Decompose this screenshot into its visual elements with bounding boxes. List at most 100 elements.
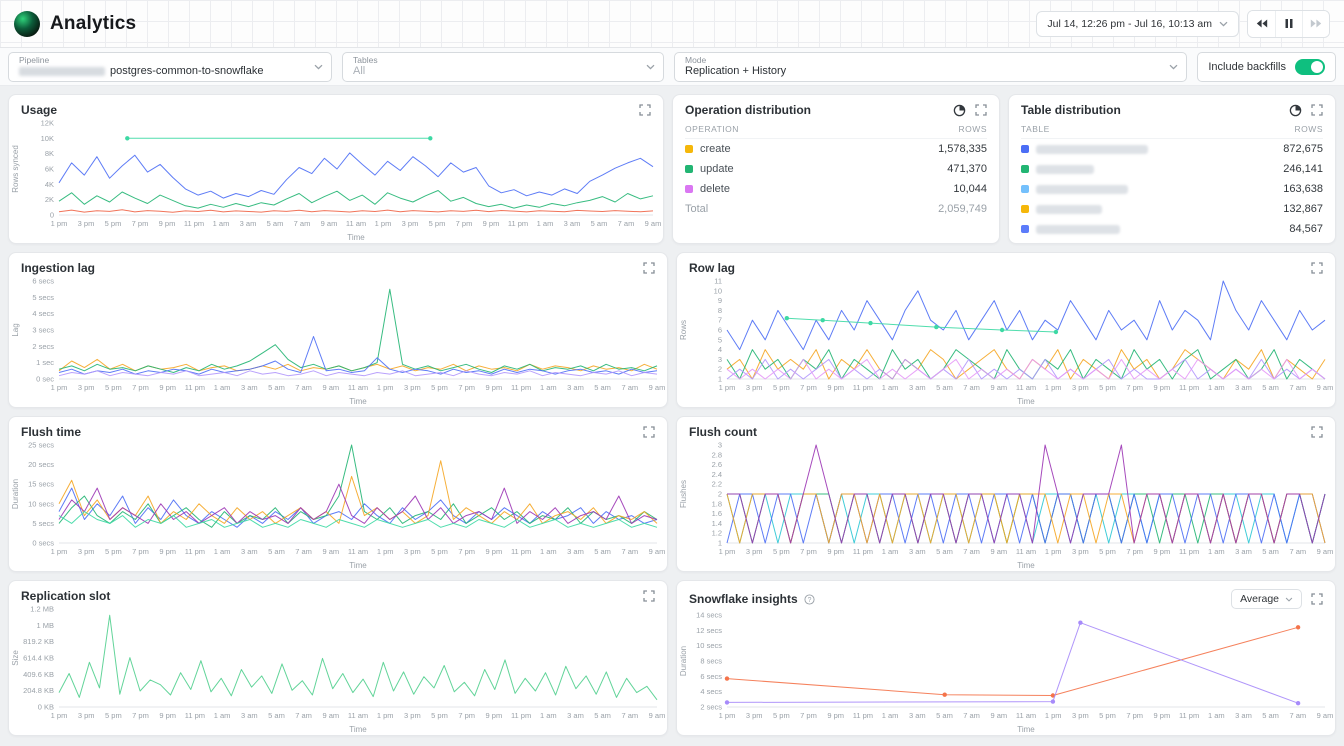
svg-text:7 am: 7 am [294,219,311,228]
expand-icon[interactable] [1311,262,1323,274]
svg-text:5 am: 5 am [268,547,285,556]
flush-count-card: Flush count 11.21.41.61.822.22.42.62.83F… [676,416,1336,572]
card-title: Operation distribution [685,103,811,117]
table-row: 163,638 [1021,179,1323,199]
svg-text:7 am: 7 am [1289,711,1306,720]
expand-icon[interactable] [975,104,987,116]
expand-icon[interactable] [1311,426,1323,438]
svg-text:3 pm: 3 pm [1072,711,1089,720]
rewind-button[interactable] [1248,11,1275,37]
svg-text:1 am: 1 am [214,547,231,556]
svg-text:7 pm: 7 pm [1126,383,1143,392]
ingestion-lag-chart: 0 sec1 sec2 secs3 secs4 secs5 secs6 secs… [9,275,667,407]
svg-text:5 secs: 5 secs [32,519,54,528]
svg-text:11 pm: 11 pm [511,383,531,392]
svg-text:1 am: 1 am [540,711,557,720]
svg-text:7 am: 7 am [621,383,638,392]
tables-value: All [353,65,637,78]
svg-text:1 am: 1 am [1208,711,1225,720]
expand-icon[interactable] [639,104,651,116]
svg-text:25 secs: 25 secs [28,441,54,450]
card-title: Flush count [689,425,757,439]
usage-card: Usage 02K4K6K8K10K12KRows synced1 pm3 pm… [8,94,664,244]
svg-text:9 pm: 9 pm [827,711,844,720]
svg-text:7 am: 7 am [621,547,638,556]
fast-forward-button[interactable] [1302,11,1329,37]
aggregation-select[interactable]: Average [1231,589,1302,609]
tables-select[interactable]: Tables All [342,52,664,82]
svg-text:1 am: 1 am [537,219,554,228]
svg-text:1.2: 1.2 [712,529,722,538]
include-backfills-control: Include backfills [1197,52,1336,82]
include-backfills-toggle[interactable] [1295,59,1325,75]
svg-text:9 am: 9 am [649,383,666,392]
svg-text:7 am: 7 am [963,711,980,720]
pie-chart-icon[interactable] [953,104,966,117]
svg-text:9 am: 9 am [645,219,662,228]
svg-text:11 am: 11 am [1016,547,1036,556]
svg-text:8K: 8K [45,149,54,158]
svg-text:7 pm: 7 pm [800,547,817,556]
pipeline-select[interactable]: Pipeline postgres-common-to-snowflake [8,52,332,82]
svg-text:3 pm: 3 pm [402,219,419,228]
svg-text:9: 9 [718,296,722,305]
svg-text:5 pm: 5 pm [1099,547,1116,556]
svg-text:10 secs: 10 secs [696,641,722,650]
svg-text:1 am: 1 am [214,383,231,392]
chevron-down-icon [1219,21,1228,27]
table-row: 132,867 [1021,199,1323,219]
table-distribution-card: Table distribution TABLE ROWS 872,675246… [1008,94,1336,244]
svg-text:1 am: 1 am [1208,383,1225,392]
card-title: Ingestion lag [21,261,95,275]
usage-chart: 02K4K6K8K10K12KRows synced1 pm3 pm5 pm7 … [9,117,663,243]
app-logo [14,11,40,37]
svg-text:7 am: 7 am [295,383,312,392]
svg-text:9 am: 9 am [649,711,666,720]
svg-text:9 am: 9 am [321,219,338,228]
svg-text:5 pm: 5 pm [105,219,122,228]
svg-text:5 am: 5 am [1262,711,1279,720]
flush-time-chart: 0 secs5 secs10 secs15 secs20 secs25 secs… [9,439,667,571]
expand-icon[interactable] [1311,104,1323,116]
svg-text:204.8 KB: 204.8 KB [23,686,54,695]
date-range-picker[interactable]: Jul 14, 12:26 pm - Jul 16, 10:13 am [1036,11,1239,37]
svg-text:Time: Time [347,233,365,242]
svg-text:1 MB: 1 MB [36,621,54,630]
svg-text:3 am: 3 am [1235,711,1252,720]
legend-swatch [685,165,693,173]
svg-text:5 am: 5 am [594,547,611,556]
expand-icon[interactable] [1311,593,1323,605]
filter-bar: Pipeline postgres-common-to-snowflake Ta… [0,48,1344,86]
svg-text:1 sec: 1 sec [36,358,54,367]
svg-text:5 am: 5 am [1262,547,1279,556]
redacted-pipeline-prefix [19,67,105,76]
expand-icon[interactable] [643,590,655,602]
redacted-table-name [1036,225,1120,234]
mode-select[interactable]: Mode Replication + History [674,52,1187,82]
mode-value: Replication + History [685,65,1160,78]
svg-text:11 am: 11 am [348,547,368,556]
chevron-down-icon [314,64,323,70]
svg-text:9 am: 9 am [649,547,666,556]
svg-text:5 pm: 5 pm [429,219,446,228]
svg-text:7 pm: 7 pm [132,383,149,392]
expand-icon[interactable] [643,262,655,274]
info-icon[interactable]: ? [804,594,815,605]
pie-chart-icon[interactable] [1289,104,1302,117]
svg-text:3 pm: 3 pm [404,383,421,392]
pipeline-label: Pipeline [19,55,305,65]
svg-text:11 pm: 11 pm [511,711,531,720]
svg-text:1 pm: 1 pm [1045,711,1062,720]
svg-text:3 am: 3 am [567,711,584,720]
expand-icon[interactable] [643,426,655,438]
svg-text:5 am: 5 am [936,383,953,392]
svg-text:9 pm: 9 pm [159,711,176,720]
operation-distribution-card: Operation distribution OPERATION ROWS cr… [672,94,1000,244]
svg-text:11 am: 11 am [1016,383,1036,392]
svg-text:3 secs: 3 secs [32,326,54,335]
svg-text:5 pm: 5 pm [1099,383,1116,392]
svg-text:15 secs: 15 secs [28,480,54,489]
svg-text:9 am: 9 am [322,383,339,392]
svg-text:9 pm: 9 pm [486,383,503,392]
pause-button[interactable] [1275,11,1302,37]
